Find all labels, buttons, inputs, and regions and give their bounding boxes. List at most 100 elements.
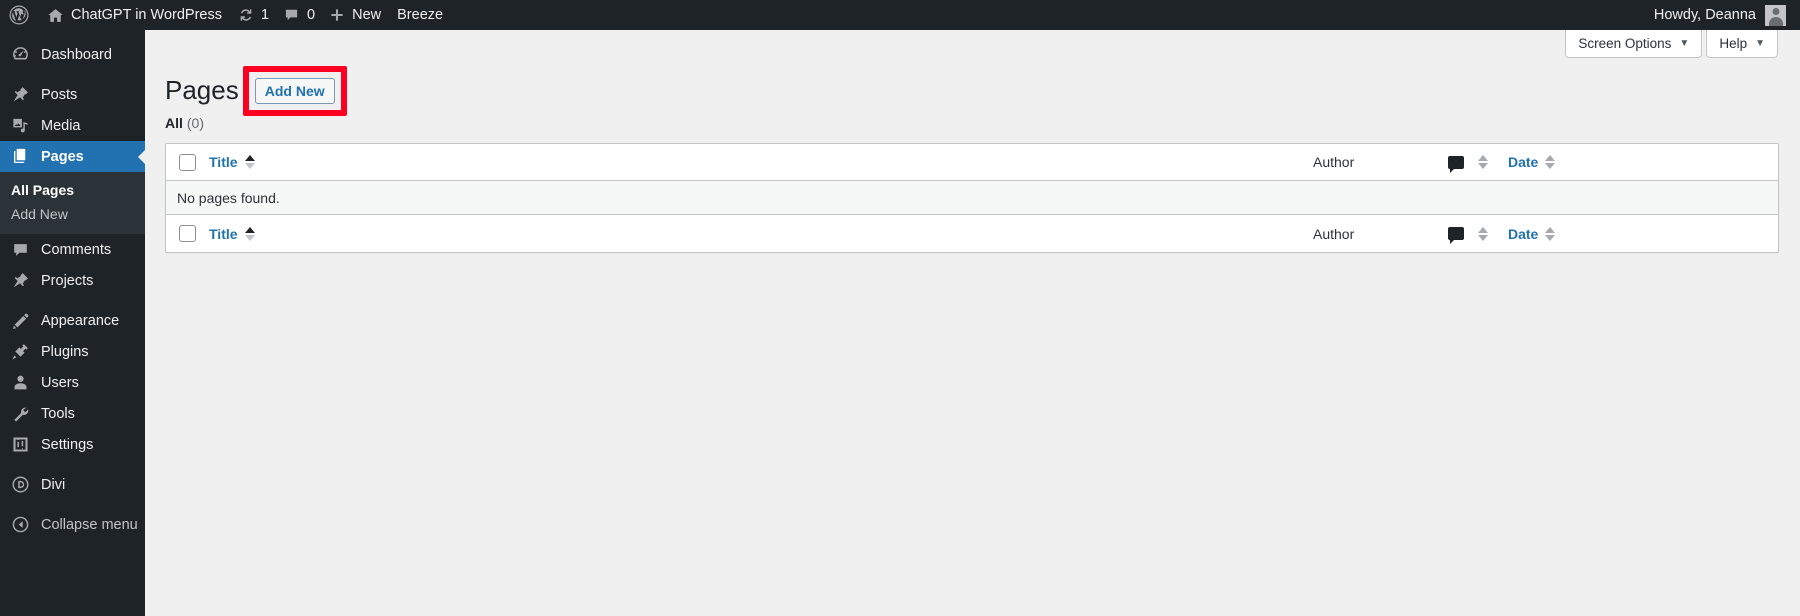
sort-indicator-date-footer[interactable] xyxy=(1545,226,1556,241)
table-footer-row: Title Author Date xyxy=(166,215,1778,252)
screen-options-button[interactable]: Screen Options ▼ xyxy=(1565,30,1703,58)
column-footer-date[interactable]: Date xyxy=(1508,226,1778,242)
sidebar-item-media[interactable]: Media xyxy=(0,110,145,141)
sort-indicator-title[interactable] xyxy=(244,155,255,169)
sort-indicator-comments-footer[interactable] xyxy=(1478,226,1488,241)
no-pages-found-message: No pages found. xyxy=(177,189,280,206)
media-icon xyxy=(11,116,33,135)
column-header-author-label: Author xyxy=(1313,154,1355,170)
sidebar-item-label: Settings xyxy=(41,436,94,453)
chevron-down-icon: ▼ xyxy=(1679,38,1690,49)
column-footer-author: Author xyxy=(1313,226,1448,242)
sidebar-item-tools[interactable]: Tools xyxy=(0,398,145,429)
sidebar-item-plugins[interactable]: Plugins xyxy=(0,336,145,367)
menu-spacer-top xyxy=(0,30,145,39)
table-header-row: Title Author Date xyxy=(166,144,1778,181)
help-label: Help xyxy=(1719,36,1748,51)
site-name-label: ChatGPT in WordPress xyxy=(71,7,222,23)
sort-descending-arrow-icon xyxy=(244,234,255,241)
help-button[interactable]: Help ▼ xyxy=(1706,30,1778,58)
comments-count: 0 xyxy=(307,7,316,23)
add-new-button[interactable]: Add New xyxy=(254,78,335,104)
sidebar-item-appearance[interactable]: Appearance xyxy=(0,305,145,336)
breeze-label: Breeze xyxy=(397,7,444,23)
sidebar-item-label: Media xyxy=(41,117,81,134)
home-icon xyxy=(47,7,64,24)
select-all-checkbox[interactable] xyxy=(179,153,196,171)
page-title: Pages xyxy=(165,75,239,106)
collapse-menu-label: Collapse menu xyxy=(41,516,138,533)
comment-bubble-icon xyxy=(283,7,300,23)
pages-list-table: Title Author Date No pages found. Title … xyxy=(165,143,1779,253)
sidebar-item-label: Comments xyxy=(41,241,112,258)
collapse-menu-button[interactable]: Collapse menu xyxy=(0,509,145,540)
comments-menu[interactable]: 0 xyxy=(276,0,322,30)
howdy-label: Howdy, Deanna xyxy=(1653,7,1756,23)
sort-indicator-date[interactable] xyxy=(1545,155,1556,169)
column-footer-title[interactable]: Title xyxy=(209,226,1313,242)
admin-sidebar-menu: Dashboard Posts Media Pages All Pages Ad… xyxy=(0,30,145,616)
column-header-date[interactable]: Date xyxy=(1508,154,1778,170)
sidebar-item-dashboard[interactable]: Dashboard xyxy=(0,39,145,70)
column-header-title[interactable]: Title xyxy=(209,154,1313,170)
sidebar-item-posts[interactable]: Posts xyxy=(0,79,145,110)
sort-descending-arrow-icon xyxy=(1478,234,1488,241)
select-all-checkbox-footer[interactable] xyxy=(179,225,196,242)
screen-meta-links: Screen Options ▼ Help ▼ xyxy=(1561,30,1778,58)
site-name-menu[interactable]: ChatGPT in WordPress xyxy=(38,0,231,30)
sort-ascending-arrow-icon xyxy=(244,226,255,233)
pin-icon xyxy=(11,271,33,290)
new-content-menu[interactable]: New xyxy=(322,0,388,30)
sidebar-subitem-all-pages[interactable]: All Pages xyxy=(0,178,145,202)
page-header: Pages Add New xyxy=(165,66,347,116)
column-footer-date-label: Date xyxy=(1508,225,1539,242)
column-header-author: Author xyxy=(1313,154,1448,170)
breeze-menu[interactable]: Breeze xyxy=(388,0,452,30)
sidebar-item-comments[interactable]: Comments xyxy=(0,234,145,265)
sort-descending-arrow-icon xyxy=(1478,163,1488,169)
sidebar-item-label: Posts xyxy=(41,86,78,103)
pages-submenu: All Pages Add New xyxy=(0,172,145,234)
sidebar-item-settings[interactable]: Settings xyxy=(0,429,145,460)
sort-indicator-comments[interactable] xyxy=(1478,155,1488,169)
sort-indicator-title-footer[interactable] xyxy=(244,226,255,241)
sort-ascending-arrow-icon xyxy=(1545,226,1556,233)
sidebar-item-divi[interactable]: Divi xyxy=(0,469,145,500)
wordpress-logo-menu[interactable] xyxy=(0,0,38,30)
admin-bar-spacer xyxy=(452,0,1648,30)
updates-icon xyxy=(238,7,254,23)
comment-bubble-icon xyxy=(1448,155,1464,173)
sidebar-item-label: Tools xyxy=(41,405,75,422)
column-header-comments[interactable] xyxy=(1448,155,1508,173)
my-account-menu[interactable]: Howdy, Deanna xyxy=(1648,4,1792,26)
dashboard-icon xyxy=(11,45,33,64)
sort-ascending-arrow-icon xyxy=(1545,155,1556,161)
column-header-date-label: Date xyxy=(1508,154,1539,170)
comment-bubble-icon xyxy=(1448,227,1464,244)
sort-descending-arrow-icon xyxy=(1545,163,1556,169)
column-footer-comments[interactable] xyxy=(1448,226,1508,244)
chevron-down-icon: ▼ xyxy=(1755,38,1765,49)
filter-all-link[interactable]: All xyxy=(165,115,183,131)
sidebar-item-pages[interactable]: Pages xyxy=(0,141,145,172)
sidebar-item-users[interactable]: Users xyxy=(0,367,145,398)
sidebar-subitem-add-new[interactable]: Add New xyxy=(0,202,145,226)
updates-menu[interactable]: 1 xyxy=(231,0,276,30)
select-all-cell[interactable] xyxy=(166,153,209,171)
paintbrush-icon xyxy=(11,311,33,330)
sidebar-item-projects[interactable]: Projects xyxy=(0,265,145,296)
menu-separator-3 xyxy=(0,460,145,469)
sidebar-item-label: Projects xyxy=(41,272,94,289)
sidebar-item-label: Divi xyxy=(41,476,66,493)
admin-bar-right: Howdy, Deanna xyxy=(1648,0,1800,30)
updates-count: 1 xyxy=(260,7,270,23)
user-icon xyxy=(11,373,33,392)
plug-icon xyxy=(11,342,33,361)
comment-bubble-icon xyxy=(11,241,33,259)
sort-ascending-arrow-icon xyxy=(1478,155,1488,161)
divi-icon xyxy=(11,475,33,494)
filter-all-count: (0) xyxy=(186,115,205,131)
settings-sliders-icon xyxy=(11,435,33,454)
select-all-footer-cell[interactable] xyxy=(166,225,209,242)
avatar xyxy=(1765,4,1786,26)
